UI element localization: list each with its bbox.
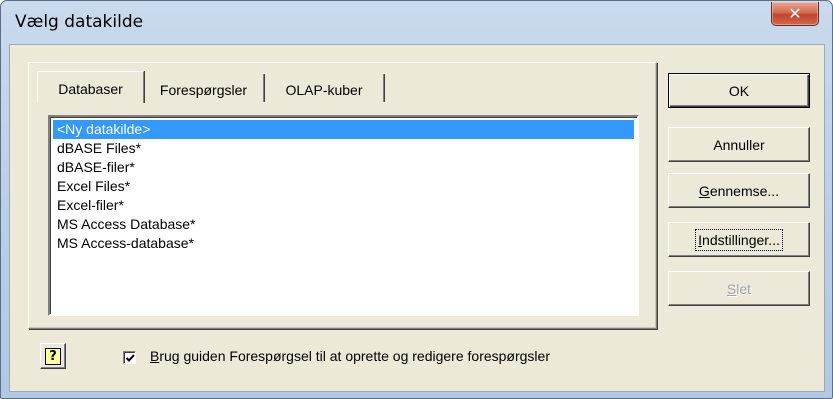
cancel-button-label: Annuller	[713, 136, 765, 153]
close-icon: ✕	[788, 4, 802, 23]
tab-olap-kuber[interactable]: OLAP-kuber	[265, 74, 384, 102]
delete-button-label: Slet	[726, 280, 752, 297]
ok-button-label: OK	[728, 82, 750, 99]
list-item[interactable]: Excel Files*	[53, 177, 634, 196]
browse-button[interactable]: Gennemse...	[668, 173, 810, 208]
wizard-checkbox[interactable]	[123, 351, 136, 364]
checkmark-icon	[125, 354, 135, 362]
browse-button-label: Gennemse...	[698, 182, 780, 199]
datasource-list[interactable]: <Ny datakilde> dBASE Files* dBASE-filer*…	[48, 115, 639, 316]
title-bar[interactable]: Vælg datakilde ✕	[1, 1, 832, 44]
close-button[interactable]: ✕	[771, 2, 819, 26]
list-item[interactable]: <Ny datakilde>	[53, 120, 634, 139]
wizard-checkbox-label[interactable]: Brug guiden Forespørgsel til at oprette …	[150, 348, 550, 364]
list-item[interactable]: MS Access Database*	[53, 215, 634, 234]
help-button[interactable]: ?	[40, 343, 66, 369]
list-item[interactable]: Excel-filer*	[53, 196, 634, 215]
cancel-button[interactable]: Annuller	[668, 127, 810, 162]
list-item[interactable]: dBASE Files*	[53, 139, 634, 158]
delete-button: Slet	[668, 271, 810, 306]
window-title: Vælg datakilde	[15, 12, 144, 32]
tab-databaser[interactable]: Databaser	[37, 71, 144, 103]
list-item[interactable]: dBASE-filer*	[53, 158, 634, 177]
list-item[interactable]: MS Access-database*	[53, 234, 634, 253]
options-button-label: Indstillinger...	[695, 228, 783, 251]
help-icon: ?	[45, 347, 61, 365]
tab-forespoergsler[interactable]: Forespørgsler	[144, 74, 264, 102]
ok-button[interactable]: OK	[668, 73, 810, 108]
options-button[interactable]: Indstillinger...	[668, 222, 810, 257]
